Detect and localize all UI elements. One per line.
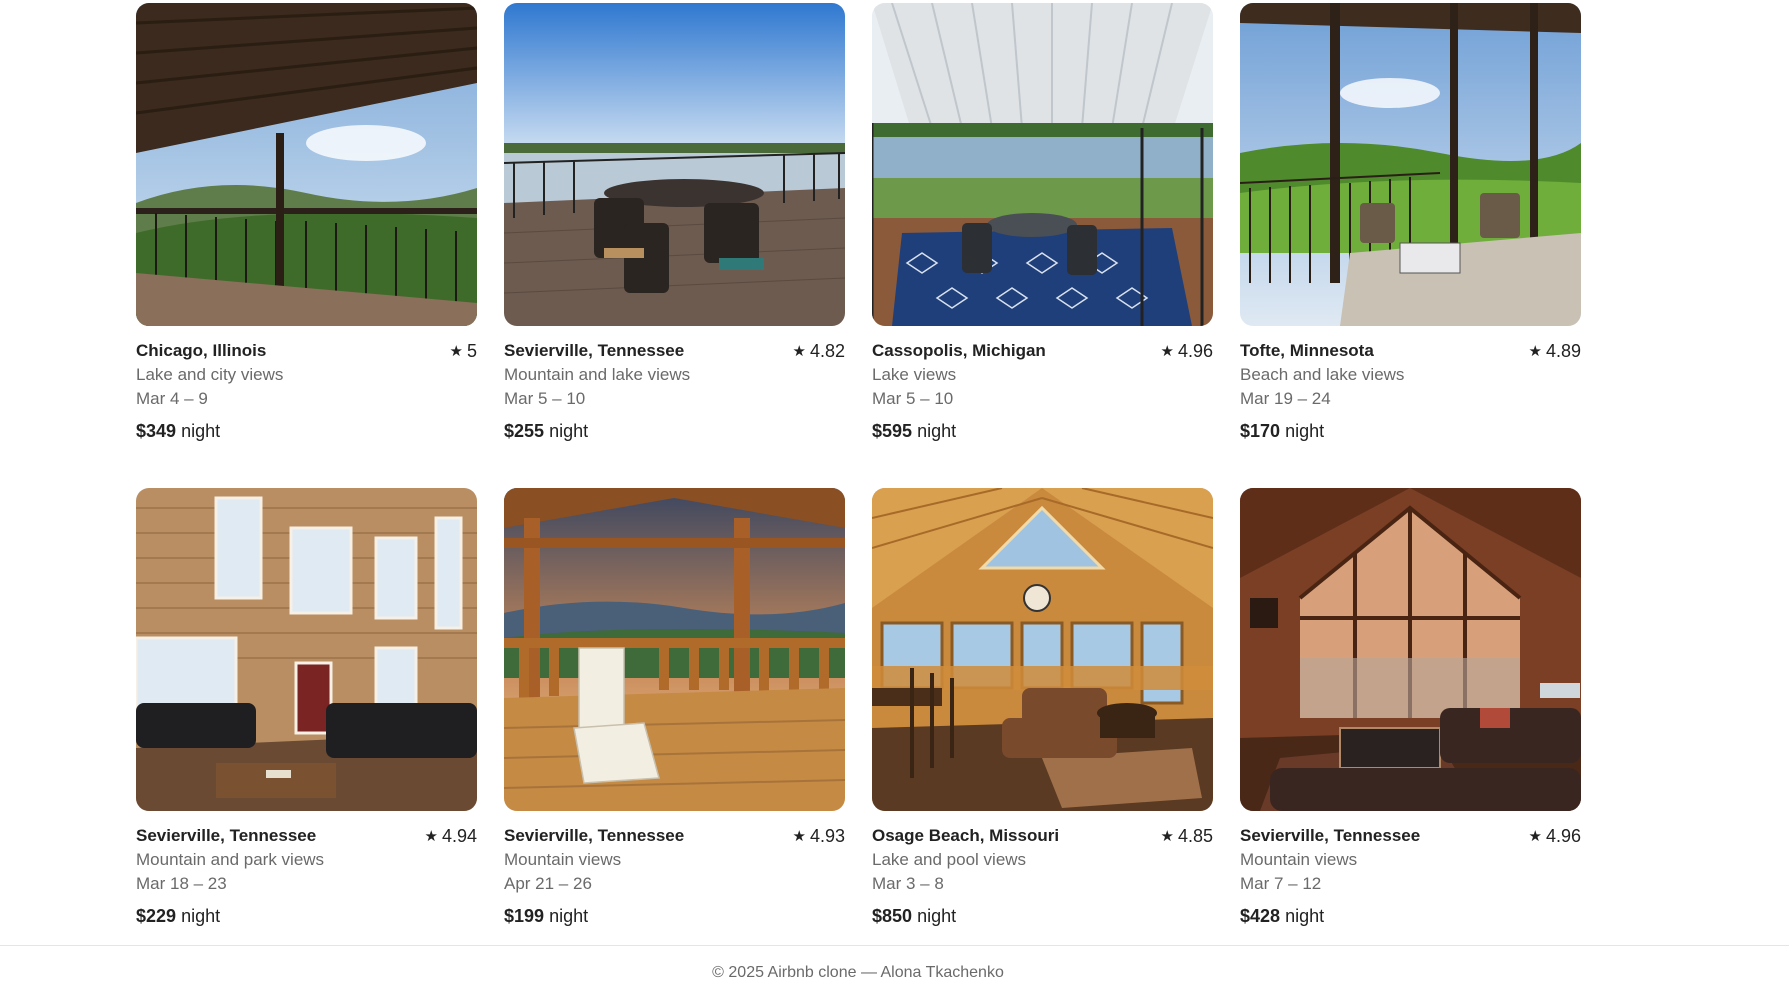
listing-rating: ★ 4.82 [793, 341, 846, 362]
listing-price-row: $595 night [872, 420, 1213, 442]
listing-price-row: $199 night [504, 905, 845, 927]
price-unit: night [917, 906, 957, 926]
listing-subtitle: Lake views [872, 365, 957, 384]
listing-photo[interactable] [504, 3, 845, 326]
listing-photo[interactable] [504, 488, 845, 811]
listing-location: Sevierville, Tennessee [136, 826, 317, 845]
price-unit: night [549, 906, 589, 926]
price-unit: night [1285, 906, 1325, 926]
star-icon: ★ [424, 827, 438, 845]
listing-dates: Mar 5 – 10 [504, 389, 586, 408]
listing-dates: Mar 19 – 24 [1240, 389, 1331, 408]
listings-grid: Chicago, Illinois ★ 5 Lake and city view… [136, 3, 1581, 927]
star-icon: ★ [1528, 342, 1542, 360]
listing-subtitle: Beach and lake views [1240, 365, 1405, 384]
star-icon: ★ [1528, 827, 1542, 845]
listing-price-row: $229 night [136, 905, 477, 927]
listing-card[interactable]: Chicago, Illinois ★ 5 Lake and city view… [136, 3, 477, 442]
rating-value: 4.94 [441, 825, 477, 846]
listing-dates: Mar 5 – 10 [872, 389, 954, 408]
rating-value: 4.93 [809, 825, 845, 846]
listing-price: $595 [872, 421, 913, 441]
listing-rating: ★ 4.96 [1529, 826, 1582, 847]
listing-price: $199 [504, 906, 545, 926]
star-icon: ★ [449, 342, 463, 360]
listing-location: Sevierville, Tennessee [1240, 826, 1421, 845]
price-unit: night [917, 421, 957, 441]
listing-card[interactable]: Sevierville, Tennessee ★ 4.82 Mountain a… [504, 3, 845, 442]
page-footer: © 2025 Airbnb clone — Alona Tkachenko [0, 945, 1789, 992]
star-icon: ★ [1160, 342, 1174, 360]
listing-photo[interactable] [872, 3, 1213, 326]
listing-location: Cassopolis, Michigan [872, 341, 1046, 360]
listing-location: Osage Beach, Missouri [872, 826, 1060, 845]
listing-subtitle: Lake and city views [136, 365, 284, 384]
listing-price: $428 [1240, 906, 1281, 926]
listing-photo[interactable] [872, 488, 1213, 811]
listing-rating: ★ 4.93 [793, 826, 846, 847]
price-unit: night [549, 421, 589, 441]
listing-subtitle: Lake and pool views [872, 850, 1027, 869]
listing-card[interactable]: Tofte, Minnesota ★ 4.89 Beach and lake v… [1240, 3, 1581, 442]
price-unit: night [1285, 421, 1325, 441]
listing-subtitle: Mountain and lake views [504, 365, 691, 384]
rating-value: 4.96 [1545, 825, 1581, 846]
listing-price-row: $170 night [1240, 420, 1581, 442]
listing-photo[interactable] [136, 3, 477, 326]
listing-photo[interactable] [1240, 3, 1581, 326]
rating-value: 4.96 [1177, 340, 1213, 361]
listing-price: $349 [136, 421, 177, 441]
listing-photo[interactable] [1240, 488, 1581, 811]
listing-dates: Mar 3 – 8 [872, 874, 944, 893]
listing-dates: Mar 18 – 23 [136, 874, 227, 893]
listing-price: $850 [872, 906, 913, 926]
rating-value: 4.85 [1177, 825, 1213, 846]
listing-dates: Apr 21 – 26 [504, 874, 592, 893]
star-icon: ★ [792, 342, 806, 360]
listing-price: $170 [1240, 421, 1281, 441]
listing-rating: ★ 4.85 [1161, 826, 1214, 847]
listing-dates: Mar 7 – 12 [1240, 874, 1322, 893]
rating-value: 4.89 [1545, 340, 1581, 361]
listing-card[interactable]: Cassopolis, Michigan ★ 4.96 Lake views M… [872, 3, 1213, 442]
listing-dates: Mar 4 – 9 [136, 389, 208, 408]
listing-price-row: $349 night [136, 420, 477, 442]
listing-card[interactable]: Sevierville, Tennessee ★ 4.96 Mountain v… [1240, 488, 1581, 927]
listing-card[interactable]: Sevierville, Tennessee ★ 4.93 Mountain v… [504, 488, 845, 927]
listing-rating: ★ 4.94 [425, 826, 478, 847]
rating-value: 4.82 [809, 340, 845, 361]
listing-price-row: $428 night [1240, 905, 1581, 927]
listing-price-row: $850 night [872, 905, 1213, 927]
listing-subtitle: Mountain views [504, 850, 622, 869]
listing-rating: ★ 4.96 [1161, 341, 1214, 362]
footer-copyright: © 2025 Airbnb clone — Alona Tkachenko [712, 964, 1004, 981]
listing-subtitle: Mountain and park views [136, 850, 325, 869]
price-unit: night [181, 906, 221, 926]
price-unit: night [181, 421, 221, 441]
star-icon: ★ [792, 827, 806, 845]
listing-location: Tofte, Minnesota [1240, 341, 1374, 360]
listing-photo[interactable] [136, 488, 477, 811]
listing-price-row: $255 night [504, 420, 845, 442]
rating-value: 5 [466, 340, 477, 361]
star-icon: ★ [1160, 827, 1174, 845]
listing-rating: ★ 5 [450, 341, 477, 362]
listing-subtitle: Mountain views [1240, 850, 1358, 869]
listing-card[interactable]: Osage Beach, Missouri ★ 4.85 Lake and po… [872, 488, 1213, 927]
listing-price: $255 [504, 421, 545, 441]
listing-card[interactable]: Sevierville, Tennessee ★ 4.94 Mountain a… [136, 488, 477, 927]
listing-location: Sevierville, Tennessee [504, 826, 685, 845]
listing-location: Sevierville, Tennessee [504, 341, 685, 360]
listing-price: $229 [136, 906, 177, 926]
listing-location: Chicago, Illinois [136, 341, 267, 360]
listing-rating: ★ 4.89 [1529, 341, 1582, 362]
